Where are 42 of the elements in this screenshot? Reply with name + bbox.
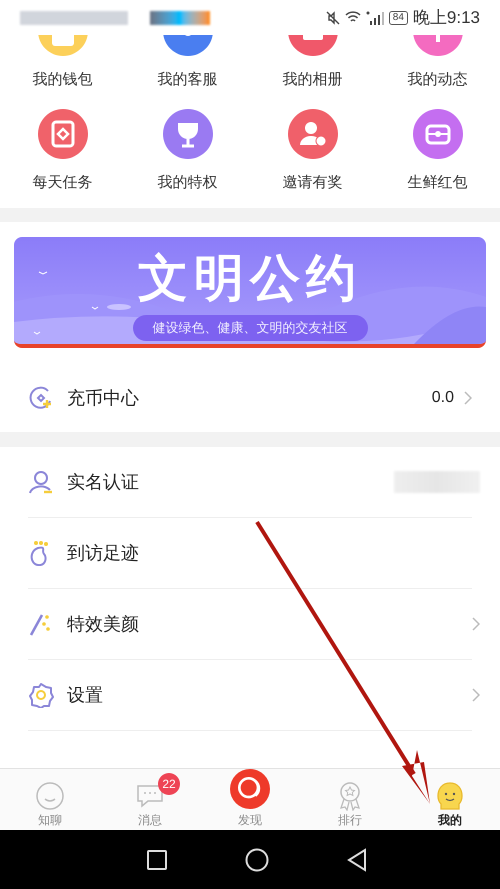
unread-badge: 22 [158,773,180,795]
mute-icon [326,10,340,24]
shortcut-label: 邀请有奖 [282,172,342,192]
menu-row[interactable]: 实名认证 [0,447,480,517]
battery-level: 84 [388,10,408,24]
smiley-icon [435,781,465,811]
chevron-icon [472,617,480,631]
banner-title: 文明公约 [138,249,362,307]
shortcut-label: 我的客服 [158,70,218,90]
menu-row[interactable]: 特效美颜 [0,589,480,659]
chevron-icon [464,391,472,405]
tab[interactable]: 知聊 [0,769,100,833]
signal-icon [366,10,384,24]
menu-label: 特效美颜 [67,612,139,636]
wifi-icon [344,11,361,24]
shortcut-label: 我的相册 [282,70,342,90]
menu-label: 充币中心 [67,386,139,410]
chevron-icon [472,688,480,702]
shortcut-label: 生鲜红包 [408,172,468,192]
back-icon[interactable] [347,848,367,872]
shortcut-label: 我的钱包 [32,70,92,90]
coin-plus-icon [28,385,54,411]
shortcut-label: 我的特权 [158,172,218,192]
menu-row[interactable]: 设置 [0,660,480,730]
home-icon[interactable] [245,848,269,872]
menu-label: 实名认证 [67,470,139,494]
banner[interactable]: 文明公约 健设绿色、健康、文明的交友社区 [14,237,486,348]
banner-subtitle: 健设绿色、健康、文明的交友社区 [132,315,368,340]
shortcut-label: 每天任务 [32,172,92,192]
settings-icon [28,682,54,708]
tab[interactable]: 我的 [400,769,500,833]
recharge-row[interactable]: 充币中心 0.0 [0,364,500,432]
menu-label: 到访足迹 [67,542,139,564]
recent-apps-icon[interactable] [147,850,167,870]
time: 晚上9:13 [412,6,480,29]
shortcut-label: 我的动态 [408,70,468,90]
person-icon [28,469,54,495]
coin-balance: 0.0 [432,388,454,408]
blurred-area [150,10,210,24]
menu-row[interactable]: 到访足迹 [0,518,480,588]
menu-label: 设置 [67,684,103,706]
face-icon [35,781,65,811]
